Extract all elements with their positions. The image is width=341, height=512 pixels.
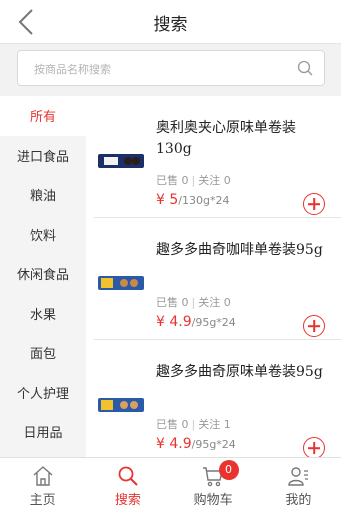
sidebar-item-label: 个人护理: [16, 386, 69, 402]
sidebar-item-snacks[interactable]: 休闲食品: [0, 254, 86, 294]
sidebar-item-grain-oil[interactable]: 粮油: [0, 175, 86, 215]
product-price: ¥ 4.9/95g*24: [156, 314, 236, 330]
product-price: ¥ 4.9/95g*24: [156, 436, 236, 452]
product-thumbnail: [98, 398, 144, 412]
price-value: ¥ 4.9: [156, 314, 192, 330]
sidebar-item-label: 面包: [29, 347, 56, 363]
tab-label: 我的: [285, 493, 312, 508]
search-icon[interactable]: [296, 59, 314, 77]
home-icon: [33, 466, 53, 486]
header-bar: 搜索: [0, 0, 341, 44]
product-item[interactable]: 趣多多曲奇咖啡单卷装95g 已售 0 | 关注 0 ¥ 4.9/95g*24: [86, 218, 341, 340]
price-value: ¥ 4.9: [156, 436, 192, 452]
sidebar-item-label: 进口食品: [16, 149, 69, 165]
category-sidebar: 所有 进口食品 粮油 饮料 休闲食品 水果 面包 个人护理 日用品: [0, 96, 86, 457]
sidebar-item-label: 水果: [29, 307, 56, 323]
sold-count: 已售 0: [156, 174, 189, 187]
product-item[interactable]: 趣多多曲奇原味单卷装95g 已售 0 | 关注 1 ¥ 4.9/95g*24: [86, 340, 341, 457]
sidebar-item-label: 日用品: [23, 426, 63, 442]
product-name[interactable]: 趣多多曲奇原味单卷装95g: [156, 362, 326, 383]
product-name[interactable]: 奥利奥夹心原味单卷装130g: [156, 118, 326, 160]
add-to-cart-button[interactable]: [303, 193, 325, 215]
sold-count: 已售 0: [156, 296, 189, 309]
product-stats: 已售 0 | 关注 0: [156, 174, 231, 187]
sidebar-item-personal-care[interactable]: 个人护理: [0, 373, 86, 413]
sidebar-item-label: 所有: [29, 110, 56, 126]
tab-mine[interactable]: 我的: [256, 458, 341, 512]
price-unit: /95g*24: [191, 316, 236, 329]
tab-home[interactable]: 主页: [0, 458, 85, 512]
add-to-cart-button[interactable]: [303, 437, 325, 457]
search-placeholder: 按商品名称搜索: [34, 63, 111, 76]
search-icon: [118, 466, 138, 486]
sidebar-item-fruit[interactable]: 水果: [0, 294, 86, 334]
product-item[interactable]: 奥利奥夹心原味单卷装130g 已售 0 | 关注 0 ¥ 5/130g*24: [86, 96, 341, 218]
product-stats: 已售 0 | 关注 1: [156, 418, 231, 431]
tab-label: 主页: [29, 493, 56, 508]
sidebar-item-label: 休闲食品: [16, 268, 69, 284]
sidebar-item-bread[interactable]: 面包: [0, 333, 86, 373]
product-name[interactable]: 趣多多曲奇咖啡单卷装95g: [156, 240, 326, 261]
search-input[interactable]: 按商品名称搜索: [17, 50, 325, 86]
follow-count: 关注 0: [198, 174, 231, 187]
sidebar-item-all[interactable]: 所有: [0, 96, 86, 136]
product-stats: 已售 0 | 关注 0: [156, 296, 231, 309]
add-to-cart-button[interactable]: [303, 315, 325, 337]
price-unit: /95g*24: [191, 438, 236, 451]
sidebar-item-label: 粮油: [29, 189, 56, 205]
product-price: ¥ 5/130g*24: [156, 192, 229, 208]
page-title: 搜索: [153, 15, 188, 35]
user-icon: [288, 467, 309, 486]
price-unit: /130g*24: [178, 194, 230, 207]
sidebar-item-label: 饮料: [29, 228, 56, 244]
price-value: ¥ 5: [156, 192, 179, 208]
product-list: 奥利奥夹心原味单卷装130g 已售 0 | 关注 0 ¥ 5/130g*24 趣多多…: [86, 96, 341, 457]
product-thumbnail: [98, 154, 144, 168]
sold-count: 已售 0: [156, 418, 189, 431]
search-bar: 按商品名称搜索: [0, 44, 341, 96]
follow-count: 关注 0: [198, 296, 231, 309]
sidebar-item-drinks[interactable]: 饮料: [0, 215, 86, 255]
product-thumbnail: [98, 276, 144, 290]
sidebar-item-imported-food[interactable]: 进口食品: [0, 136, 86, 176]
tab-search[interactable]: 搜索: [85, 458, 170, 512]
follow-count: 关注 1: [198, 418, 231, 431]
sidebar-item-daily-goods[interactable]: 日用品: [0, 412, 86, 452]
tab-label: 购物车: [193, 493, 233, 508]
tab-cart[interactable]: 0 购物车: [171, 458, 256, 512]
cart-count-badge: 0: [218, 460, 239, 480]
bottom-tab-bar: 主页 搜索 0 购物车 我的: [0, 457, 341, 512]
tab-label: 搜索: [114, 493, 141, 508]
